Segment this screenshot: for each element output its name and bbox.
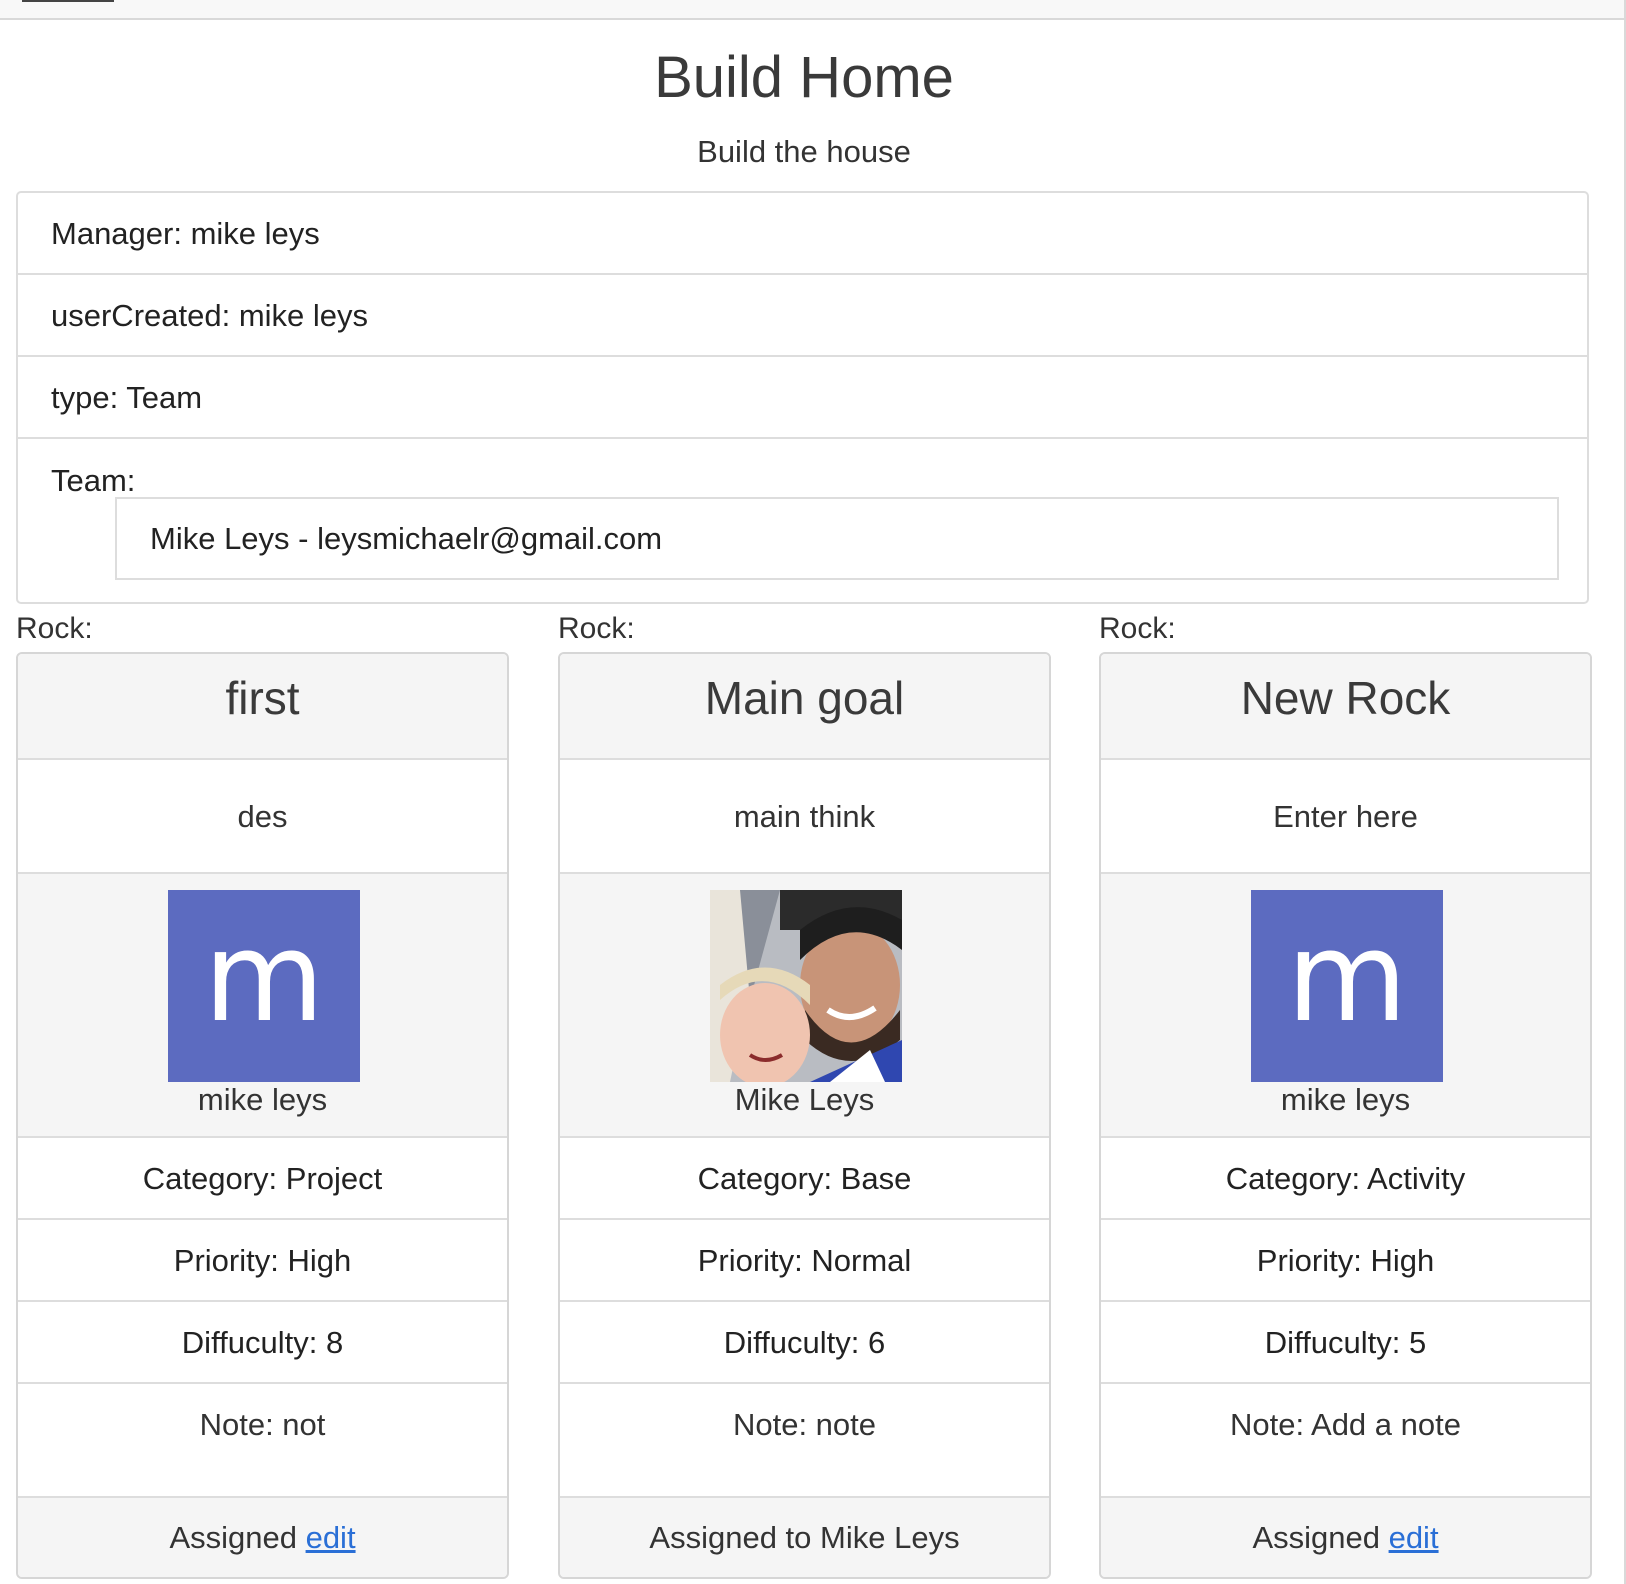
rock-footer: Assigned to Mike Leys <box>560 1498 1049 1577</box>
assignee-name: mike leys <box>197 1082 328 1117</box>
rock-column: Rock: first des m mike leys Category: Pr… <box>16 612 509 1579</box>
rock-column: Rock: Main goal main think Mike Leys Cat… <box>558 612 1051 1579</box>
rock-priority: Priority: High <box>18 1220 507 1302</box>
page-subtitle: Build the house <box>697 134 911 169</box>
rock-title: New Rock <box>1101 654 1590 760</box>
rock-difficulty: Diffuculty: 8 <box>18 1302 507 1384</box>
type-row: type: Team <box>18 357 1587 439</box>
rock-category: Category: Activity <box>1101 1138 1590 1220</box>
rock-label: Rock: <box>1099 612 1176 645</box>
rock-difficulty: Diffuculty: 5 <box>1101 1302 1590 1384</box>
goal-info-panel: Manager: mike leys userCreated: mike ley… <box>16 191 1589 604</box>
rock-card: New Rock Enter here m mike leys Category… <box>1099 652 1592 1579</box>
rock-column: Rock: New Rock Enter here m mike leys Ca… <box>1099 612 1592 1579</box>
team-member-item[interactable]: Mike Leys - leysmichaelr@gmail.com <box>115 497 1559 580</box>
rock-description: des <box>18 760 507 874</box>
assigned-text: Assigned <box>169 1520 306 1555</box>
rock-assignee: m mike leys <box>1101 874 1590 1138</box>
tab-edge <box>22 0 114 2</box>
team-row: Team: Mike Leys - leysmichaelr@gmail.com <box>18 439 1587 604</box>
user-photo-icon <box>710 890 902 1082</box>
rock-card: Main goal main think Mike Leys Category:… <box>558 652 1051 1579</box>
assignee-name: Mike Leys <box>734 1082 875 1117</box>
letter-avatar-icon: m <box>1251 890 1443 1082</box>
rock-footer: Assigned edit <box>1101 1498 1590 1577</box>
rock-description: Enter here <box>1101 760 1590 874</box>
user-created-row: userCreated: mike leys <box>18 275 1587 357</box>
rock-label: Rock: <box>16 612 93 645</box>
edit-assignment-link[interactable]: edit <box>1389 1520 1439 1555</box>
rock-label: Rock: <box>558 612 635 645</box>
assigned-text: Assigned <box>1252 1520 1389 1555</box>
assignee-name: mike leys <box>1280 1082 1411 1117</box>
rock-priority: Priority: High <box>1101 1220 1590 1302</box>
browser-top-bar <box>0 0 1626 20</box>
assigned-text: Assigned to Mike Leys <box>649 1520 960 1555</box>
rock-description: main think <box>560 760 1049 874</box>
rock-assignee: m mike leys <box>18 874 507 1138</box>
letter-avatar-icon: m <box>168 890 360 1082</box>
rock-difficulty: Diffuculty: 6 <box>560 1302 1049 1384</box>
rock-assignee: Mike Leys <box>560 874 1049 1138</box>
manager-row: Manager: mike leys <box>18 193 1587 275</box>
rock-note: Note: Add a note <box>1101 1384 1590 1498</box>
rock-priority: Priority: Normal <box>560 1220 1049 1302</box>
team-label: Team: <box>51 463 136 498</box>
rock-title: first <box>18 654 507 760</box>
user-photo-graphic <box>710 890 902 1082</box>
edit-assignment-link[interactable]: edit <box>306 1520 356 1555</box>
page-title: Build Home <box>654 45 954 110</box>
rock-category: Category: Base <box>560 1138 1049 1220</box>
rock-card: first des m mike leys Category: Project … <box>16 652 509 1579</box>
rock-note: Note: not <box>18 1384 507 1498</box>
rock-note: Note: note <box>560 1384 1049 1498</box>
rock-footer: Assigned edit <box>18 1498 507 1577</box>
rock-category: Category: Project <box>18 1138 507 1220</box>
rock-title: Main goal <box>560 654 1049 760</box>
